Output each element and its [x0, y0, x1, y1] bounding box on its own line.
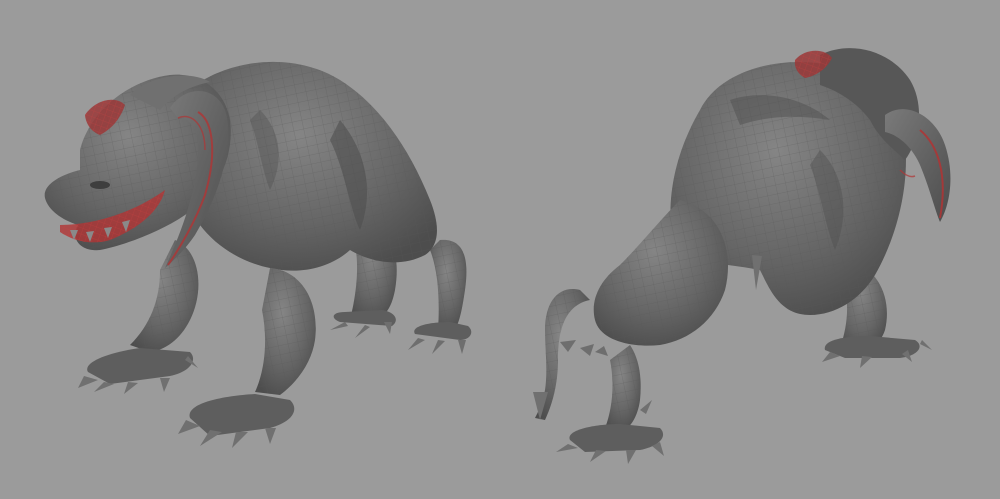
belly-spike — [752, 255, 762, 290]
creature-rear-three-quarter-view[interactable] — [533, 48, 951, 464]
viewport-canvas[interactable] — [0, 0, 1000, 499]
near-front-leg-right — [178, 268, 316, 448]
creature-front-three-quarter-view[interactable] — [44, 61, 472, 448]
3d-viewport[interactable] — [0, 0, 1000, 499]
tail — [533, 289, 590, 420]
rear-view-near-hind-leg — [556, 200, 728, 464]
rear-claws — [560, 340, 608, 356]
near-front-leg-left — [78, 240, 199, 394]
eye — [90, 181, 110, 189]
